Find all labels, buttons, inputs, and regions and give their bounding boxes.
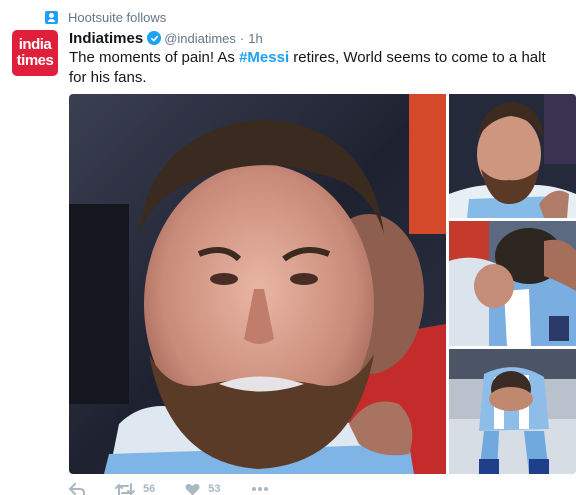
social-context: Hootsuite follows (45, 8, 166, 26)
author-handle[interactable]: @indiatimes (164, 31, 236, 46)
photo-main[interactable] (69, 94, 446, 474)
avatar-text-line1: india (18, 36, 52, 53)
tweet-header: Indiatimes @indiatimes · 1h (69, 29, 263, 47)
photo-side-2[interactable] (449, 221, 576, 346)
like-button[interactable]: 53 (185, 483, 221, 495)
verified-icon (147, 31, 162, 45)
retweet-count: 56 (143, 483, 156, 495)
reply-icon (69, 482, 85, 495)
social-context-label[interactable]: Hootsuite follows (68, 10, 166, 25)
avatar[interactable]: india times (12, 30, 58, 76)
person-icon (45, 10, 58, 24)
heart-icon (185, 483, 200, 495)
author-name[interactable]: Indiatimes (69, 30, 143, 47)
photo-side-1[interactable] (449, 94, 576, 218)
more-button[interactable] (251, 486, 269, 492)
hashtag-link[interactable]: #Messi (239, 49, 289, 66)
like-count: 53 (208, 483, 221, 495)
tweet-text: The moments of pain! As #Messi retires, … (69, 48, 559, 88)
reply-button[interactable] (69, 482, 85, 495)
more-icon (251, 487, 268, 491)
tweet-text-before: The moments of pain! As (69, 49, 240, 66)
retweet-button[interactable]: 56 (115, 482, 156, 495)
header-separator: · (239, 30, 245, 46)
media-grid (69, 94, 576, 474)
retweet-icon (115, 482, 135, 495)
tweet-timestamp[interactable]: 1h (248, 31, 262, 46)
tweet-actions: 56 53 (69, 482, 299, 495)
photo-side-3[interactable] (449, 349, 576, 474)
avatar-text-line2: times (16, 52, 54, 69)
